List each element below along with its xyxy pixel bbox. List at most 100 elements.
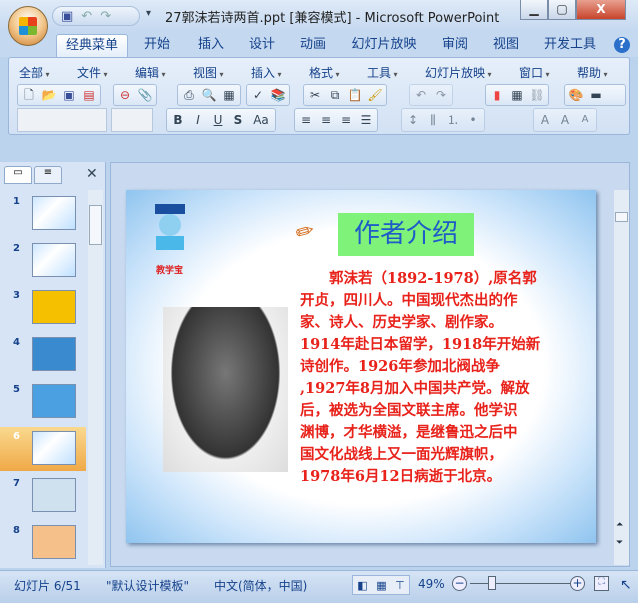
print-preview-icon[interactable]: 🔍: [201, 87, 217, 103]
shadow-button[interactable]: S: [230, 112, 246, 128]
shrink-font-icon[interactable]: A: [577, 112, 593, 128]
chart-icon[interactable]: ▮: [489, 87, 505, 103]
help-icon[interactable]: ?: [614, 37, 630, 53]
save-icon[interactable]: ▣: [61, 87, 77, 103]
font-name-combo[interactable]: [17, 108, 107, 132]
change-case-button[interactable]: Aa: [250, 112, 272, 128]
slideshow-view-icon[interactable]: ⊤: [395, 579, 405, 592]
font-size-combo[interactable]: [111, 108, 153, 132]
tab-outline[interactable]: ≡: [34, 166, 62, 184]
bullets-icon[interactable]: •: [465, 112, 481, 128]
slide-thumbnail[interactable]: 7: [0, 474, 86, 518]
attach-icon[interactable]: 📎: [137, 87, 153, 103]
restrict-icon[interactable]: ⊖: [117, 87, 133, 103]
grid-icon[interactable]: ▦: [221, 87, 237, 103]
tab-design[interactable]: 设计: [241, 34, 283, 57]
slide-thumbnail-selected[interactable]: 6: [0, 427, 86, 471]
line-spacing-icon[interactable]: ↕: [405, 112, 421, 128]
grayscale-icon[interactable]: ▬: [588, 87, 604, 103]
language[interactable]: 中文(简体，中国): [214, 577, 307, 594]
permission-icon[interactable]: ▤: [81, 87, 97, 103]
menu-edit[interactable]: 编辑: [135, 64, 166, 81]
fit-to-window-icon[interactable]: ⛶: [594, 576, 609, 591]
minimize-button[interactable]: ▁: [520, 0, 548, 20]
zoom-slider-thumb[interactable]: [487, 576, 496, 590]
design-template[interactable]: "默认设计模板": [106, 577, 189, 594]
zoom-in-button[interactable]: +: [570, 576, 585, 591]
tab-animation[interactable]: 动画: [292, 34, 334, 57]
align-left-icon[interactable]: ≡: [298, 112, 314, 128]
normal-view-icon[interactable]: ◧: [357, 579, 367, 592]
tab-insert[interactable]: 插入: [190, 34, 232, 57]
slide-canvas[interactable]: 教学宝 ✏ 作者介绍 郭沫若（1892-1978）,原名郭 开贞，四川人。中国现…: [126, 190, 596, 543]
menu-insert[interactable]: 插入: [251, 64, 282, 81]
align-center-icon[interactable]: ≡: [318, 112, 334, 128]
cut-icon[interactable]: ✂: [307, 87, 323, 103]
justify-icon[interactable]: ☰: [358, 112, 374, 128]
slide-scrollbar[interactable]: ⏶ ⏷: [614, 190, 629, 565]
slides-panel-scrollbar[interactable]: [88, 190, 103, 565]
undo-icon[interactable]: ↶: [413, 87, 429, 103]
slide-thumbnail[interactable]: 4: [0, 333, 86, 377]
previous-slide-icon[interactable]: ⏶: [616, 520, 623, 530]
scroll-thumb[interactable]: [615, 212, 628, 222]
numbering-icon[interactable]: ⒈: [445, 112, 461, 128]
italic-button[interactable]: I: [190, 112, 206, 128]
menu-slideshow[interactable]: 幻灯片放映: [425, 64, 492, 81]
maximize-button[interactable]: ▢: [548, 0, 576, 20]
zoom-level[interactable]: 49%: [418, 577, 445, 591]
save-icon[interactable]: ▣: [61, 9, 73, 24]
tab-home[interactable]: 开始: [136, 34, 178, 57]
color-scheme-icon[interactable]: 🎨: [568, 87, 584, 103]
close-panel-icon[interactable]: ✕: [86, 166, 98, 182]
menu-format[interactable]: 格式: [309, 64, 340, 81]
tab-slideshow[interactable]: 幻灯片放映: [348, 34, 420, 57]
slide-title[interactable]: 作者介绍: [338, 213, 474, 256]
slide-thumbnail[interactable]: 3: [0, 286, 86, 330]
new-icon[interactable]: 🗋: [21, 87, 37, 103]
text-direction-icon[interactable]: ⫼: [425, 112, 441, 128]
author-photo[interactable]: [163, 307, 288, 472]
slide-thumbnail[interactable]: 5: [0, 380, 86, 424]
close-button[interactable]: X: [576, 0, 626, 20]
next-slide-icon[interactable]: ⏷: [616, 538, 623, 548]
copy-icon[interactable]: ⧉: [327, 87, 343, 103]
spelling-icon[interactable]: ✓: [250, 87, 266, 103]
tab-slides[interactable]: ▭: [4, 166, 32, 184]
paste-icon[interactable]: 📋: [347, 87, 363, 103]
zoom-out-button[interactable]: −: [452, 576, 467, 591]
menu-all[interactable]: 全部: [19, 64, 50, 81]
slide-thumbnail[interactable]: 1: [0, 192, 86, 236]
redo-icon[interactable]: ↷: [100, 9, 111, 24]
format-painter-icon[interactable]: 🖌: [367, 87, 383, 103]
tab-classic-menu[interactable]: 经典菜单: [56, 34, 128, 57]
open-icon[interactable]: 📂: [41, 87, 57, 103]
print-icon[interactable]: ⎙: [181, 87, 197, 103]
grow-font-icon[interactable]: A: [557, 112, 573, 128]
tab-review[interactable]: 审阅: [434, 34, 476, 57]
redo-icon[interactable]: ↷: [433, 87, 449, 103]
underline-button[interactable]: U: [210, 112, 226, 128]
office-button[interactable]: [8, 6, 48, 46]
slide-thumbnail[interactable]: 8: [0, 521, 86, 565]
slide-sorter-icon[interactable]: ▦: [376, 579, 386, 592]
font-color-icon[interactable]: A: [537, 112, 553, 128]
menu-tools[interactable]: 工具: [367, 64, 398, 81]
menu-file[interactable]: 文件: [77, 64, 108, 81]
slide-body-text[interactable]: 郭沫若（1892-1978）,原名郭 开贞，四川人。中国现代杰出的作 家、诗人、…: [300, 268, 590, 488]
slide-thumbnail[interactable]: 2: [0, 239, 86, 283]
hyperlink-icon[interactable]: ⛓: [529, 87, 545, 103]
tab-developer[interactable]: 开发工具: [540, 34, 600, 57]
align-right-icon[interactable]: ≡: [338, 112, 354, 128]
zoom-slider[interactable]: [470, 583, 570, 584]
menu-help[interactable]: 帮助: [577, 64, 608, 81]
undo-icon[interactable]: ↶: [81, 9, 92, 24]
scroll-thumb[interactable]: [89, 205, 102, 245]
customize-qat-icon[interactable]: ▾: [146, 8, 151, 19]
research-icon[interactable]: 📚: [270, 87, 286, 103]
menu-window[interactable]: 窗口: [519, 64, 550, 81]
table-icon[interactable]: ▦: [509, 87, 525, 103]
menu-view[interactable]: 视图: [193, 64, 224, 81]
tab-view[interactable]: 视图: [485, 34, 527, 57]
bold-button[interactable]: B: [170, 112, 186, 128]
